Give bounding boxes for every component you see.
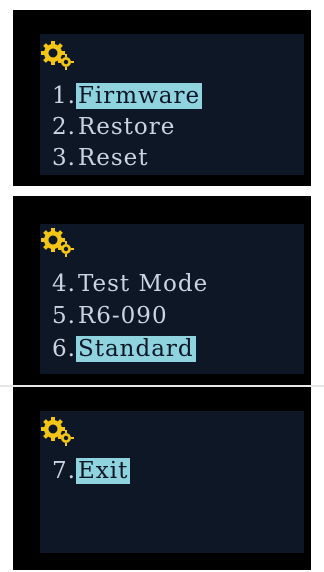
menu-item-label: Exit xyxy=(75,458,131,484)
menu-item-number: 4. xyxy=(52,271,76,297)
menu-item-number: 2. xyxy=(52,114,76,140)
menu-item-number: 7. xyxy=(52,458,76,484)
menu-item-exit[interactable]: 7.Exit xyxy=(52,457,131,486)
menu-item-label: Standard xyxy=(75,336,196,362)
menu-item-standard[interactable]: 6.Standard xyxy=(52,335,196,364)
gear-icon xyxy=(41,41,74,70)
menu-item-reset[interactable]: 3.Reset xyxy=(52,144,151,173)
menu-item-restore[interactable]: 2.Restore xyxy=(52,113,177,142)
menu-item-firmware[interactable]: 1.Firmware xyxy=(52,82,203,111)
menu-item-label: Reset xyxy=(77,145,149,171)
menu-item-label: Test Mode xyxy=(77,271,209,297)
menu-item-r6-090[interactable]: 5.R6-090 xyxy=(52,302,170,331)
menu-item-number: 5. xyxy=(52,303,76,329)
gear-icon xyxy=(41,417,74,446)
menu-item-number: 3. xyxy=(52,145,76,171)
menu-item-label: Firmware xyxy=(75,83,203,109)
menu-item-label: R6-090 xyxy=(77,303,168,329)
menu-item-test-mode[interactable]: 4.Test Mode xyxy=(52,270,210,299)
menu-item-number: 6. xyxy=(52,336,76,362)
gear-icon xyxy=(41,228,74,257)
menu-item-label: Restore xyxy=(77,114,176,140)
menu-item-number: 1. xyxy=(52,83,76,109)
